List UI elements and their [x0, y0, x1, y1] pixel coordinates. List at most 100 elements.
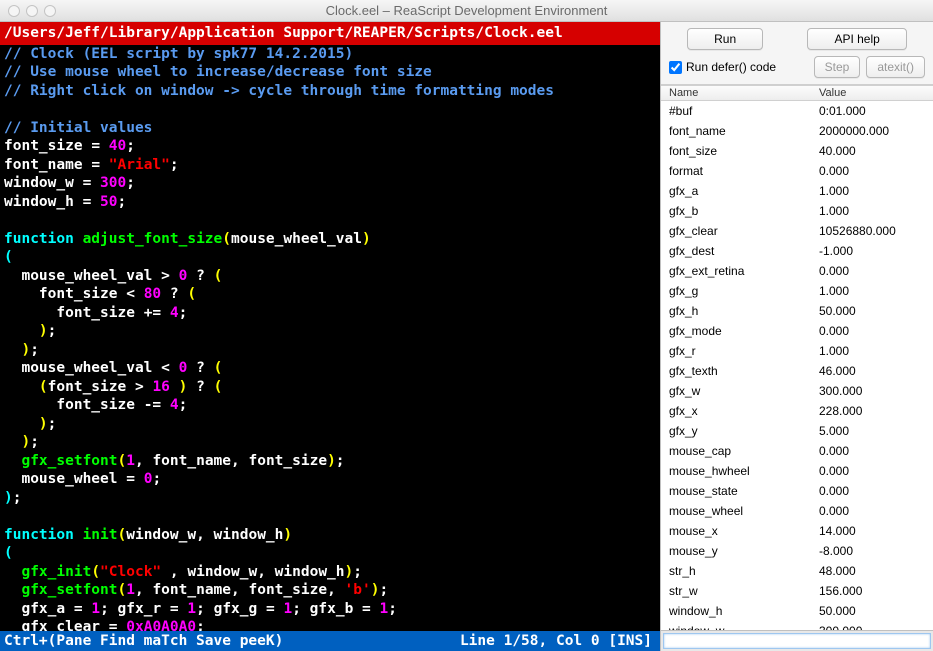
variable-value: 2000000.000: [819, 122, 925, 140]
col-header-value[interactable]: Value: [819, 87, 925, 99]
variable-value: 46.000: [819, 362, 925, 380]
variable-name: gfx_x: [669, 402, 819, 420]
variable-value: 1.000: [819, 202, 925, 220]
editor-pane: /Users/Jeff/Library/Application Support/…: [0, 22, 660, 651]
minimize-window-button[interactable]: [26, 5, 38, 17]
variable-name: mouse_cap: [669, 442, 819, 460]
variable-row[interactable]: gfx_mode0.000: [661, 321, 933, 341]
variable-name: mouse_hwheel: [669, 462, 819, 480]
variable-name: mouse_y: [669, 542, 819, 560]
variable-name: window_w: [669, 622, 819, 630]
variable-value: 14.000: [819, 522, 925, 540]
variable-value: 228.000: [819, 402, 925, 420]
close-window-button[interactable]: [8, 5, 20, 17]
variables-header: Name Value: [661, 86, 933, 101]
variable-name: gfx_r: [669, 342, 819, 360]
variable-name: gfx_h: [669, 302, 819, 320]
window-controls: [8, 5, 56, 17]
variable-value: 1.000: [819, 342, 925, 360]
variable-row[interactable]: window_h50.000: [661, 601, 933, 621]
variable-name: font_name: [669, 122, 819, 140]
variable-value: 156.000: [819, 582, 925, 600]
variable-value: 5.000: [819, 422, 925, 440]
variable-name: mouse_wheel: [669, 502, 819, 520]
window-title: Clock.eel – ReaScript Development Enviro…: [0, 3, 933, 18]
variable-value: 0.000: [819, 482, 925, 500]
variable-value: 0.000: [819, 322, 925, 340]
variable-row[interactable]: str_h48.000: [661, 561, 933, 581]
variable-row[interactable]: gfx_h50.000: [661, 301, 933, 321]
variable-value: 0.000: [819, 462, 925, 480]
variable-row[interactable]: mouse_y-8.000: [661, 541, 933, 561]
variable-row[interactable]: gfx_b1.000: [661, 201, 933, 221]
side-panel: Run API help Run defer() code Step atexi…: [660, 22, 933, 651]
variable-row[interactable]: font_size40.000: [661, 141, 933, 161]
variable-name: gfx_g: [669, 282, 819, 300]
variable-name: str_h: [669, 562, 819, 580]
run-defer-checkbox[interactable]: [669, 61, 682, 74]
variable-value: 40.000: [819, 142, 925, 160]
code-editor[interactable]: // Clock (EEL script by spk77 14.2.2015)…: [0, 45, 660, 631]
step-button[interactable]: Step: [814, 56, 861, 78]
variable-value: 1.000: [819, 182, 925, 200]
variable-name: gfx_y: [669, 422, 819, 440]
variable-value: 300.000: [819, 382, 925, 400]
variable-value: 10526880.000: [819, 222, 925, 240]
variable-row[interactable]: mouse_wheel0.000: [661, 501, 933, 521]
variable-name: gfx_dest: [669, 242, 819, 260]
editor-status-bar: Ctrl+(Pane Find maTch Save peeK) Line 1/…: [0, 631, 660, 651]
variable-row[interactable]: mouse_cap0.000: [661, 441, 933, 461]
variable-row[interactable]: gfx_w300.000: [661, 381, 933, 401]
variable-name: mouse_x: [669, 522, 819, 540]
atexit-button[interactable]: atexit(): [866, 56, 925, 78]
zoom-window-button[interactable]: [44, 5, 56, 17]
variable-name: gfx_b: [669, 202, 819, 220]
variable-row[interactable]: gfx_g1.000: [661, 281, 933, 301]
variable-value: 50.000: [819, 302, 925, 320]
variable-row[interactable]: font_name2000000.000: [661, 121, 933, 141]
variable-name: mouse_state: [669, 482, 819, 500]
variable-value: 0.000: [819, 162, 925, 180]
status-cursor-position: Line 1/58, Col 0 [INS]: [460, 632, 656, 651]
col-header-name[interactable]: Name: [669, 87, 819, 99]
variable-value: 50.000: [819, 602, 925, 620]
variable-name: window_h: [669, 602, 819, 620]
variable-name: str_w: [669, 582, 819, 600]
variable-row[interactable]: mouse_x14.000: [661, 521, 933, 541]
variable-value: 0.000: [819, 262, 925, 280]
variable-name: gfx_w: [669, 382, 819, 400]
variable-row[interactable]: gfx_r1.000: [661, 341, 933, 361]
variable-name: format: [669, 162, 819, 180]
variable-row[interactable]: gfx_ext_retina0.000: [661, 261, 933, 281]
variable-row[interactable]: window_w300.000: [661, 621, 933, 630]
variable-row[interactable]: gfx_clear10526880.000: [661, 221, 933, 241]
run-button[interactable]: Run: [687, 28, 763, 50]
variable-row[interactable]: gfx_a1.000: [661, 181, 933, 201]
variable-value: 48.000: [819, 562, 925, 580]
variable-row[interactable]: gfx_dest-1.000: [661, 241, 933, 261]
api-help-button[interactable]: API help: [807, 28, 906, 50]
titlebar: Clock.eel – ReaScript Development Enviro…: [0, 0, 933, 22]
status-left: Ctrl+(Pane Find maTch Save peeK): [4, 632, 460, 651]
variable-name: gfx_mode: [669, 322, 819, 340]
run-defer-checkbox-label[interactable]: Run defer() code: [669, 60, 808, 74]
variable-row[interactable]: str_w156.000: [661, 581, 933, 601]
variable-name: #buf: [669, 102, 819, 120]
variable-value: 1.000: [819, 282, 925, 300]
variables-list[interactable]: #buf0:01.000font_name2000000.000font_siz…: [661, 101, 933, 630]
variable-name: gfx_texth: [669, 362, 819, 380]
variable-value: 300.000: [819, 622, 925, 630]
variable-name: font_size: [669, 142, 819, 160]
variable-value: -8.000: [819, 542, 925, 560]
variable-value: -1.000: [819, 242, 925, 260]
variable-row[interactable]: mouse_hwheel0.000: [661, 461, 933, 481]
variable-value: 0:01.000: [819, 102, 925, 120]
variable-row[interactable]: mouse_state0.000: [661, 481, 933, 501]
command-input[interactable]: [663, 633, 931, 649]
variable-row[interactable]: gfx_x228.000: [661, 401, 933, 421]
variable-row[interactable]: format0.000: [661, 161, 933, 181]
variable-row[interactable]: gfx_y5.000: [661, 421, 933, 441]
variable-row[interactable]: gfx_texth46.000: [661, 361, 933, 381]
variable-value: 0.000: [819, 502, 925, 520]
variable-row[interactable]: #buf0:01.000: [661, 101, 933, 121]
